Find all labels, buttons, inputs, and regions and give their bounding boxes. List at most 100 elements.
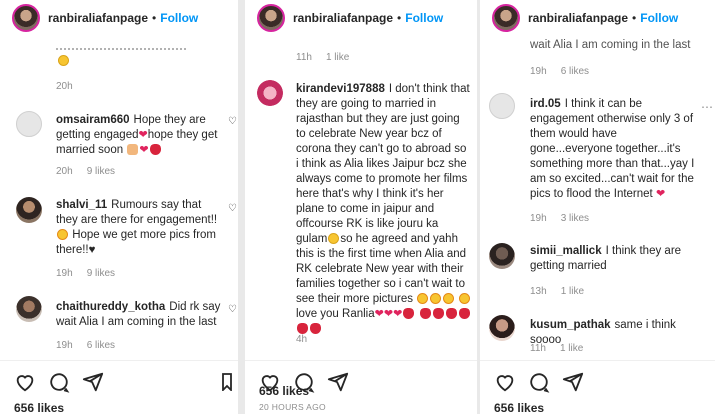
share-icon[interactable] xyxy=(82,371,104,393)
post-likes-count[interactable]: 656 likes xyxy=(494,401,544,414)
avatar[interactable] xyxy=(16,111,42,137)
comment-username[interactable]: kusum_pathak xyxy=(530,319,611,331)
comment-username[interactable]: simii_mallick xyxy=(530,245,602,257)
comment-time: 4h xyxy=(296,334,308,345)
heart-eyes-emoji-icon xyxy=(417,293,429,304)
comment: ird.05 I think it can be engagement other… xyxy=(530,97,700,202)
comment-likes: 9 likes xyxy=(86,166,116,177)
comment-time: 19h xyxy=(56,268,73,279)
heart-eyes-emoji-icon xyxy=(57,229,68,240)
heart-emoji-icon: ❤ xyxy=(655,188,666,200)
comment-text: love you Ranlia xyxy=(296,308,375,320)
kiss-emoji-icon xyxy=(297,323,308,334)
avatar[interactable] xyxy=(257,4,285,32)
comment-username[interactable]: omsairam660 xyxy=(56,114,130,126)
post-likes-count[interactable]: 656 likes xyxy=(14,401,64,414)
comment-username[interactable]: shalvi_11 xyxy=(56,199,107,211)
comment-text: I don't think that they are going to mar… xyxy=(296,83,470,245)
heart-emoji-icon: ❤ xyxy=(138,129,148,141)
heart-emoji-icon: ❤❤❤ xyxy=(374,308,403,320)
comment-time: 11h xyxy=(530,343,546,354)
comment-meta: 11h 1 like xyxy=(296,52,363,63)
comment-username[interactable]: ird.05 xyxy=(530,98,561,110)
comment: omsairam660 Hope they are getting engaged… xyxy=(56,113,226,158)
like-heart-icon[interactable] xyxy=(14,371,36,393)
avatar[interactable] xyxy=(492,4,520,32)
comment-meta: 19h 3 likes xyxy=(530,213,603,224)
comment-likes: 9 likes xyxy=(86,268,116,279)
separator-dot: • xyxy=(632,11,637,25)
comment-meta: 4h xyxy=(296,334,321,345)
comments-panel-2: ranbiraliafanpage • Follow 11h 1 like kir… xyxy=(245,0,477,414)
avatar[interactable] xyxy=(489,93,515,119)
comment-likes: 1 like xyxy=(559,343,584,354)
post-header: ranbiraliafanpage • Follow xyxy=(480,0,715,36)
comment-time: 11h xyxy=(296,52,312,63)
comment-text: Hope we get more pics from there!! xyxy=(56,229,217,256)
comment-icon[interactable] xyxy=(48,371,70,393)
like-heart-icon[interactable] xyxy=(494,371,516,393)
avatar[interactable] xyxy=(12,4,40,32)
post-footer: 656 likes 20 HOURS AGO xyxy=(245,360,477,414)
comment-icon[interactable] xyxy=(528,371,550,393)
like-comment-heart-icon[interactable]: ♡ xyxy=(228,203,237,214)
avatar[interactable] xyxy=(489,243,515,269)
more-options-icon[interactable]: ⋯ xyxy=(701,100,713,114)
kiss-emoji-icon xyxy=(310,323,321,334)
comment-time: 19h xyxy=(530,213,547,224)
black-heart-icon: ♥ xyxy=(88,244,96,256)
share-icon[interactable] xyxy=(562,371,584,393)
panel-divider xyxy=(238,0,245,414)
comment: chaithureddy_kotha Did rk say wait Alia I… xyxy=(56,300,226,330)
kiss-emoji-icon xyxy=(445,308,457,319)
like-comment-heart-icon[interactable]: ♡ xyxy=(228,304,237,315)
header-username[interactable]: ranbiraliafanpage xyxy=(528,11,628,25)
comment-text: wait Alia I am coming in the last xyxy=(530,39,691,51)
follow-button[interactable]: Follow xyxy=(640,11,678,25)
kiss-emoji-icon xyxy=(403,308,415,319)
heart-emoji-icon: ❤ xyxy=(139,144,149,156)
comment-likes: 1 like xyxy=(325,52,350,63)
follow-button[interactable]: Follow xyxy=(160,11,198,25)
comment-likes: 1 like xyxy=(560,286,585,297)
smile-emoji-icon xyxy=(58,55,69,66)
kiss-emoji-icon xyxy=(458,308,470,319)
comment-meta: 11h 1 like xyxy=(530,343,597,354)
clipped-text xyxy=(56,44,186,50)
post-likes-count[interactable]: 656 likes xyxy=(259,384,309,398)
kiss-emoji-icon xyxy=(149,144,161,155)
header-username[interactable]: ranbiraliafanpage xyxy=(293,11,393,25)
header-username[interactable]: ranbiraliafanpage xyxy=(48,11,148,25)
smile-emoji-icon xyxy=(328,233,340,244)
heart-eyes-emoji-icon xyxy=(430,293,442,304)
avatar[interactable] xyxy=(16,296,42,322)
bookmark-icon[interactable] xyxy=(222,373,232,391)
comment-meta: 19h 9 likes xyxy=(56,268,129,279)
comment-time: 20h xyxy=(56,81,73,92)
kiss-emoji-icon xyxy=(419,308,431,319)
comment-username[interactable]: kirandevi197888 xyxy=(296,83,385,95)
follow-button[interactable]: Follow xyxy=(405,11,443,25)
avatar[interactable] xyxy=(489,315,515,341)
comment-time: 19h xyxy=(56,340,73,351)
avatar[interactable] xyxy=(257,80,283,106)
comment-meta: 20h 9 likes xyxy=(56,166,129,177)
comment-likes: 6 likes xyxy=(86,340,116,351)
comment-meta: 19h 6 likes xyxy=(530,66,603,77)
avatar[interactable] xyxy=(16,197,42,223)
comment-time: 19h xyxy=(530,66,547,77)
post-header: ranbiraliafanpage • Follow xyxy=(0,0,238,36)
share-icon[interactable] xyxy=(327,371,349,393)
comment-username[interactable]: chaithureddy_kotha xyxy=(56,301,165,313)
comment-likes: 6 likes xyxy=(560,66,590,77)
pray-emoji-icon xyxy=(127,144,139,155)
kiss-emoji-icon xyxy=(432,308,444,319)
separator-dot: • xyxy=(397,11,402,25)
comment-meta: 20h xyxy=(56,81,87,92)
post-timestamp: 20 HOURS AGO xyxy=(259,402,326,412)
post-footer: 656 likes xyxy=(0,360,238,414)
comments-panel-1: ranbiraliafanpage • Follow 20h omsairam6… xyxy=(0,0,238,414)
comments-panel-3: ranbiraliafanpage • Follow wait Alia I a… xyxy=(480,0,715,414)
like-comment-heart-icon[interactable]: ♡ xyxy=(228,116,237,127)
heart-eyes-emoji-icon xyxy=(443,293,455,304)
